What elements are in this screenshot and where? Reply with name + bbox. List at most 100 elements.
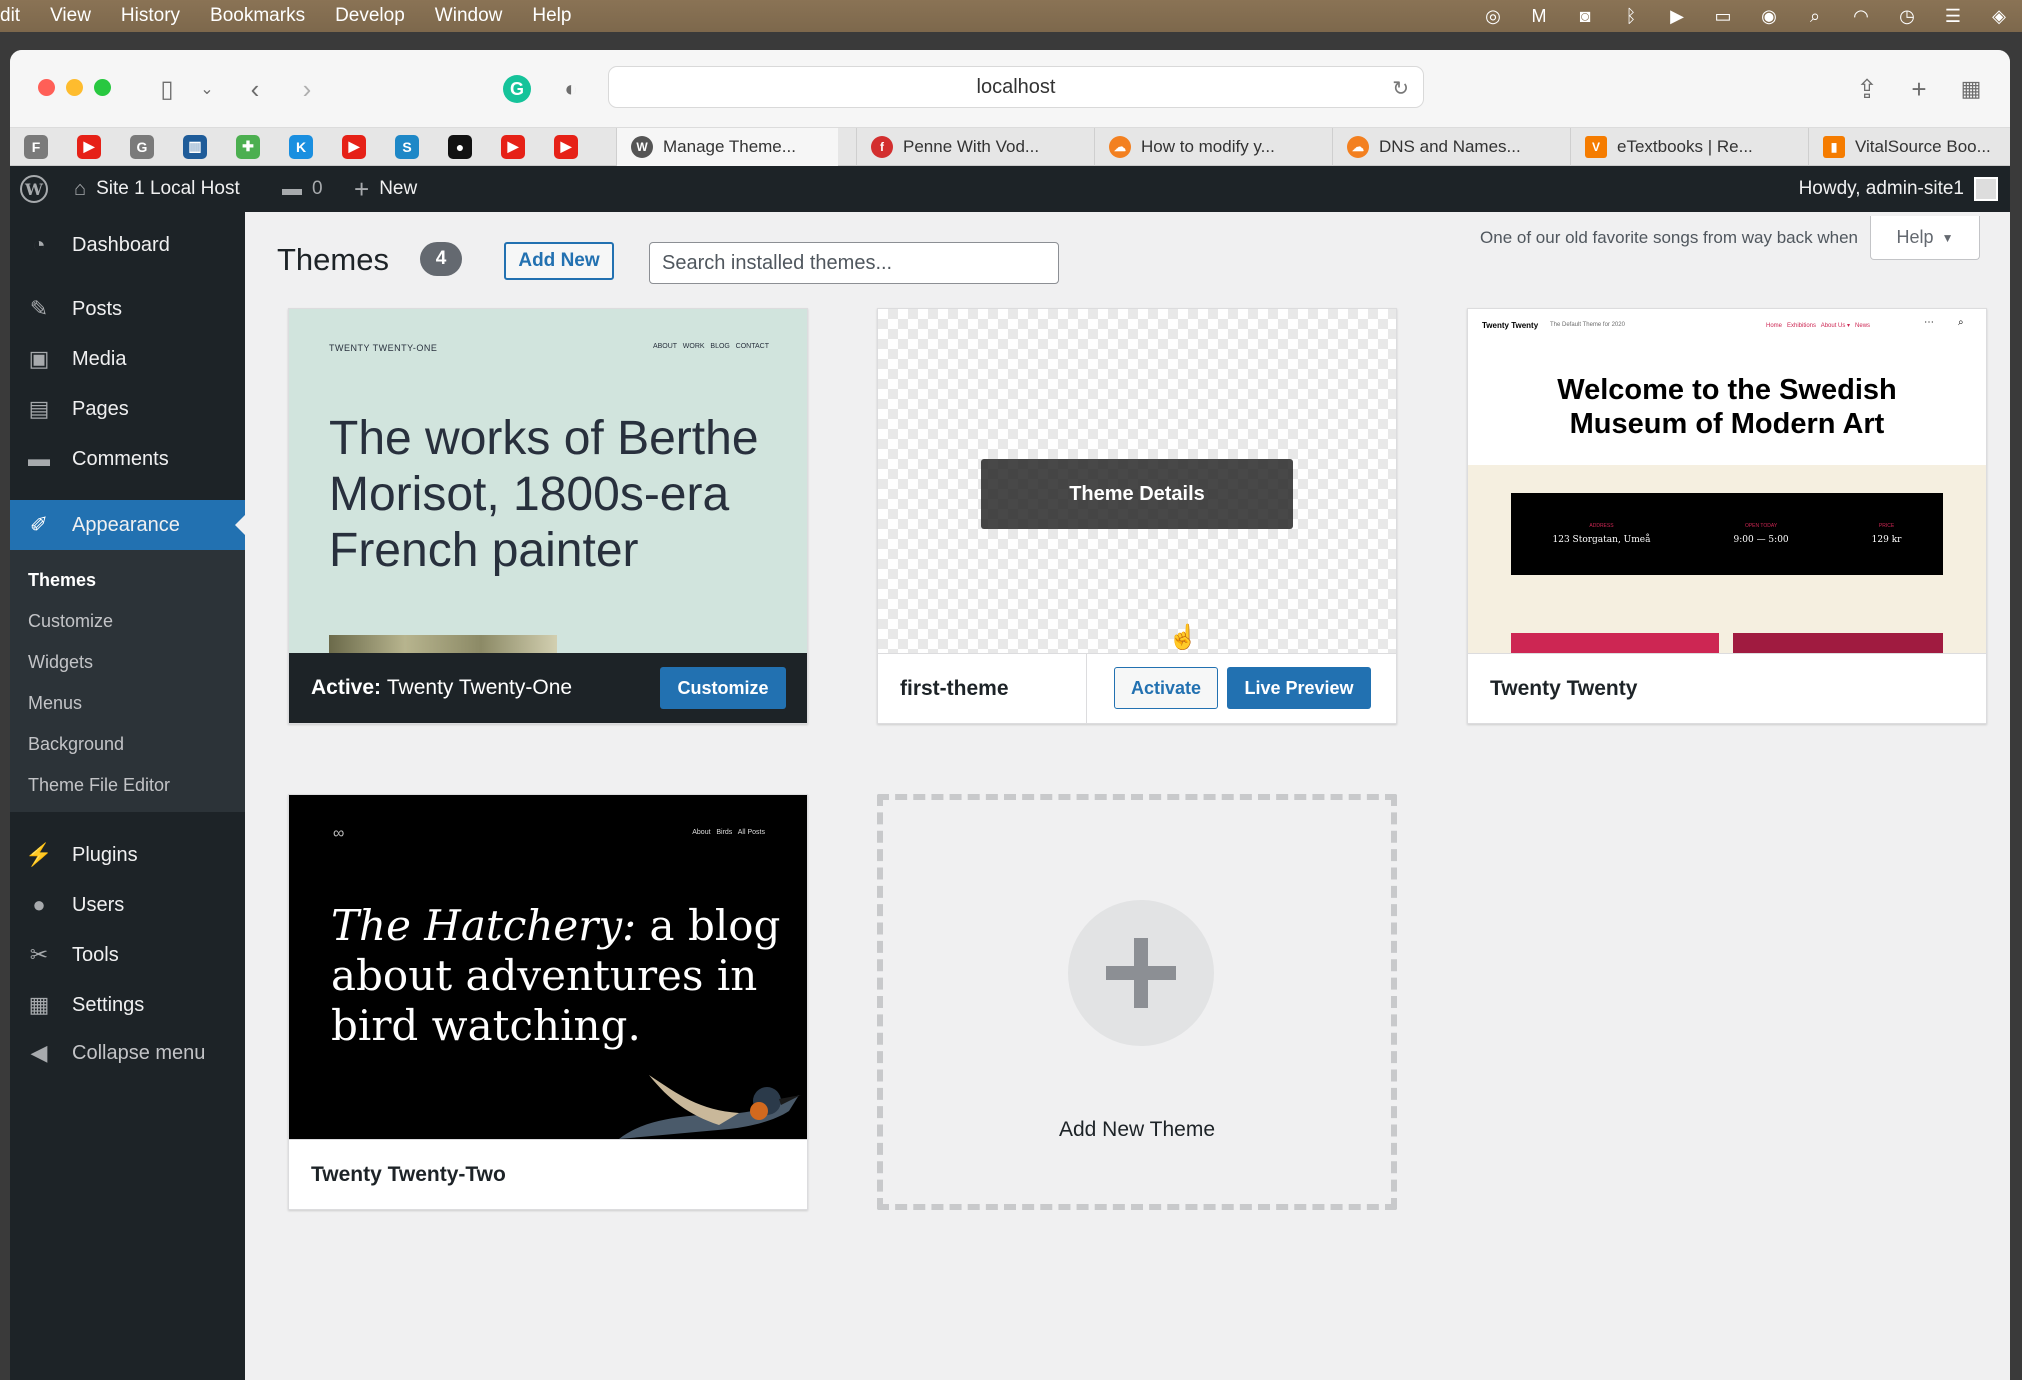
sidebar-item-settings[interactable]: ▦ Settings <box>10 980 245 1030</box>
browser-toolbar: ▯ ⌄ ‹ › G ◐ localhost ↻ ⇪ + ▦ <box>10 50 2010 128</box>
live-preview-button[interactable]: Live Preview <box>1227 667 1371 709</box>
spotlight-search-icon[interactable]: ⌕ <box>1804 6 1826 26</box>
play-icon[interactable]: ▶ <box>1666 6 1688 26</box>
theme-count-badge: 4 <box>420 242 462 276</box>
sidebar-item-appearance[interactable]: ✐ Appearance <box>10 500 245 550</box>
menu-window[interactable]: Window <box>420 5 518 27</box>
new-content-link[interactable]: + New <box>354 166 417 212</box>
sidebar-item-tools[interactable]: ✂ Tools <box>10 930 245 980</box>
preview-nav: About Birds All Posts <box>692 829 765 836</box>
favorite-site-icon[interactable]: F <box>24 134 48 159</box>
menu-develop[interactable]: Develop <box>320 5 420 27</box>
control-center-icon[interactable]: ☰ <box>1942 6 1964 26</box>
submenu-theme-file-editor[interactable]: Theme File Editor <box>28 775 170 796</box>
submenu-background[interactable]: Background <box>28 734 124 755</box>
menu-history[interactable]: History <box>106 5 195 27</box>
submenu-menus[interactable]: Menus <box>28 693 82 714</box>
sidebar-item-posts[interactable]: ✎ Posts <box>10 284 245 334</box>
theme-details-button[interactable]: Theme Details <box>981 459 1293 529</box>
site-name-link[interactable]: ⌂ Site 1 Local Host <box>74 166 240 212</box>
favorite-site-icon[interactable]: ● <box>448 134 472 159</box>
sidebar-item-plugins[interactable]: ⚡ Plugins <box>10 830 245 880</box>
share-icon[interactable]: ⇪ <box>1850 72 1884 106</box>
add-new-theme-card[interactable]: Add New Theme <box>877 794 1397 1210</box>
page-title: Themes <box>277 242 389 277</box>
sidebar-toggle-icon[interactable]: ▯ <box>150 72 184 106</box>
siri-icon[interactable]: ◈ <box>1988 6 2010 26</box>
sidebar-item-users[interactable]: ● Users <box>10 880 245 930</box>
sidebar-item-media[interactable]: ▣ Media <box>10 334 245 384</box>
wordpress-logo-icon[interactable]: W <box>20 175 48 203</box>
add-new-button[interactable]: Add New <box>504 242 614 280</box>
malwarebytes-icon[interactable]: M <box>1528 6 1550 26</box>
theme-name: first-theme <box>900 676 1009 700</box>
info-value: 129 kr <box>1871 535 1902 545</box>
search-themes-input[interactable] <box>649 242 1059 284</box>
tab-penne[interactable]: f Penne With Vod... <box>856 128 1078 166</box>
tab-etextbooks[interactable]: V eTextbooks | Re... <box>1570 128 1792 166</box>
bluetooth-icon[interactable]: ᛒ <box>1620 6 1642 26</box>
address-bar[interactable]: localhost ↻ <box>608 66 1424 108</box>
tab-vitalsource[interactable]: ▮ VitalSource Boo... <box>1808 128 2010 166</box>
submenu-themes[interactable]: Themes <box>28 570 96 591</box>
favorite-site-icon[interactable]: ✚ <box>236 134 260 159</box>
preview-nav: ABOUT WORK BLOG CONTACT <box>652 343 769 350</box>
preview-headline: Welcome to the Swedish Museum of Modern … <box>1468 373 1986 441</box>
menu-edit[interactable]: dit <box>0 5 35 27</box>
tab-how-to-modify[interactable]: ☁ How to modify y... <box>1094 128 1316 166</box>
favorite-site-icon[interactable]: K <box>289 134 313 159</box>
preview-painting-image <box>329 635 557 653</box>
activate-button[interactable]: Activate <box>1114 667 1218 709</box>
chevron-down-icon[interactable]: ⌄ <box>190 72 224 106</box>
forward-icon[interactable]: › <box>290 72 324 106</box>
zoom-window-button[interactable] <box>94 79 111 96</box>
collapse-menu-button[interactable]: ◀ Collapse menu <box>10 1028 245 1078</box>
close-window-button[interactable] <box>38 79 55 96</box>
creative-cloud-icon[interactable]: ◎ <box>1482 6 1504 26</box>
theme-card-twenty-twenty[interactable]: Twenty Twenty The Default Theme for 2020… <box>1467 308 1987 724</box>
sidebar-item-label: Tools <box>72 943 119 966</box>
caret-down-icon: ▼ <box>1941 230 1954 245</box>
help-tab-button[interactable]: Help ▼ <box>1870 216 1980 260</box>
battery-icon[interactable]: ▭ <box>1712 6 1734 26</box>
favorite-site-icon[interactable]: G <box>130 134 154 159</box>
favorite-site-icon[interactable]: ▥ <box>183 134 207 159</box>
preview-headline-line: The works of Berthe <box>329 412 759 465</box>
favorite-site-icon[interactable]: ▶ <box>554 134 578 159</box>
help-label: Help <box>1896 227 1934 247</box>
theme-card-first-theme[interactable]: Theme Details ☝ first-theme Activate Liv… <box>877 308 1397 724</box>
theme-card-twenty-twenty-one[interactable]: TWENTY TWENTY-ONE ABOUT WORK BLOG CONTAC… <box>288 308 808 724</box>
tab-manage-themes[interactable]: W Manage Theme... <box>616 128 838 166</box>
tab-overview-icon[interactable]: ▦ <box>1954 72 1988 106</box>
comments-link[interactable]: ▬ 0 <box>282 166 323 212</box>
theme-card-twenty-twenty-two[interactable]: ∞ About Birds All Posts The Hatchery: a … <box>288 794 808 1210</box>
favorite-site-icon[interactable]: S <box>395 134 419 159</box>
privacy-shield-icon[interactable]: ◐ <box>554 72 588 106</box>
user-account-icon[interactable]: ◉ <box>1758 6 1780 26</box>
back-icon[interactable]: ‹ <box>238 72 272 106</box>
my-account-link[interactable]: Howdy, admin-site1 <box>1799 166 1998 212</box>
wp-admin-bar: W ⌂ Site 1 Local Host ▬ 0 + New Howdy, a… <box>10 166 2010 212</box>
menu-view[interactable]: View <box>35 5 106 27</box>
minimize-window-button[interactable] <box>66 79 83 96</box>
footer-divider <box>1086 654 1087 724</box>
tab-dns[interactable]: ☁ DNS and Names... <box>1332 128 1554 166</box>
customize-button[interactable]: Customize <box>660 667 786 709</box>
new-tab-icon[interactable]: + <box>1902 72 1936 106</box>
favorite-site-icon[interactable]: ▶ <box>501 134 525 159</box>
sidebar-item-dashboard[interactable]: ◔ Dashboard <box>10 220 245 270</box>
favorite-site-icon[interactable]: ▶ <box>77 134 101 159</box>
app-status-icon[interactable]: ◙ <box>1574 6 1596 26</box>
wifi-icon[interactable]: ◠ <box>1850 6 1872 26</box>
sidebar-item-pages[interactable]: ▤ Pages <box>10 384 245 434</box>
preview-info-box: ADDRESS 123 Storgatan, Umeå OPEN TODAY 9:0… <box>1511 493 1943 575</box>
menu-bookmarks[interactable]: Bookmarks <box>195 5 320 27</box>
submenu-widgets[interactable]: Widgets <box>28 652 93 673</box>
menu-help[interactable]: Help <box>517 5 586 27</box>
favorite-site-icon[interactable]: ▶ <box>342 134 366 159</box>
grammarly-icon[interactable]: G <box>500 72 534 106</box>
submenu-customize[interactable]: Customize <box>28 611 113 632</box>
time-machine-icon[interactable]: ◷ <box>1896 6 1918 26</box>
reload-icon[interactable]: ↻ <box>1392 76 1409 101</box>
sidebar-item-comments[interactable]: ▬ Comments <box>10 434 245 484</box>
